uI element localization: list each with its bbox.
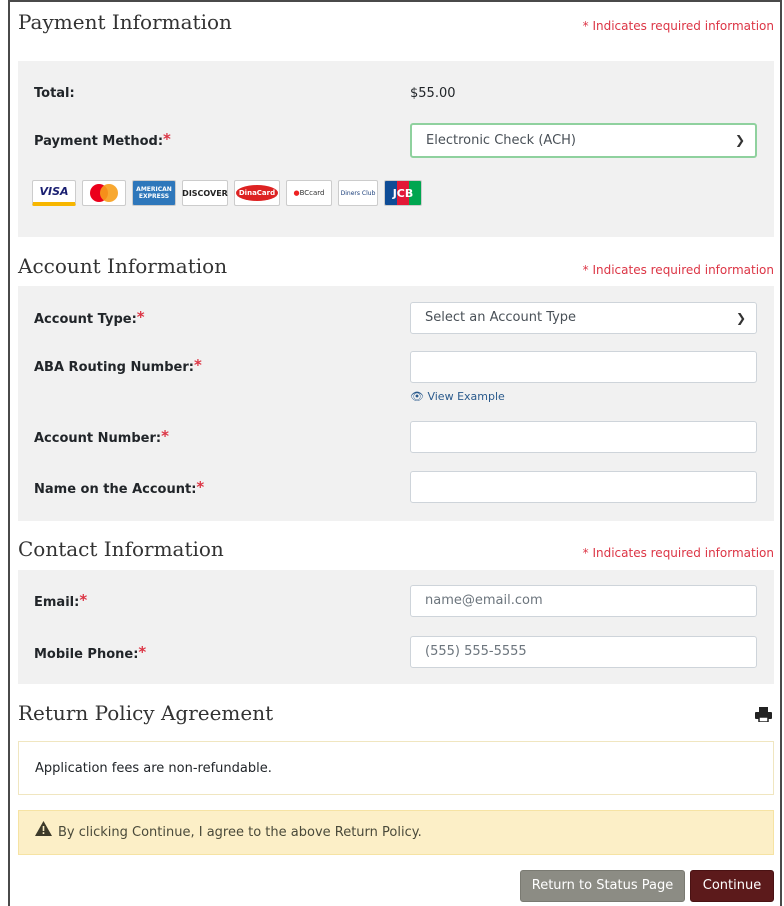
required-star: *	[161, 427, 169, 445]
account-panel: Account Type:* Select an Account Type ❯ …	[18, 286, 774, 521]
amex-logo: AMERICAN EXPRESS	[132, 180, 176, 206]
visa-logo: VISA	[32, 180, 76, 206]
view-example-link[interactable]: 👁 View Example	[410, 390, 505, 403]
policy-text-box: Application fees are non-refundable.	[18, 741, 774, 795]
total-label: Total:	[34, 86, 75, 101]
email-placeholder: name@email.com	[425, 593, 543, 608]
routing-number-label: ABA Routing Number:*	[34, 356, 202, 375]
mastercard-logo	[82, 180, 126, 206]
phone-placeholder: (555) 555-5555	[425, 644, 527, 659]
required-star: *	[138, 643, 147, 661]
mobile-phone-label: Mobile Phone:*	[34, 643, 147, 662]
required-note: * Indicates required information	[582, 19, 774, 33]
required-star: *	[136, 308, 145, 326]
account-name-input[interactable]	[410, 471, 757, 503]
dinacard-logo: DinaCard	[234, 180, 280, 206]
mobile-phone-input[interactable]: (555) 555-5555	[410, 636, 757, 668]
chevron-down-icon: ❯	[734, 133, 745, 147]
account-header: Account Information * Indicates required…	[18, 254, 774, 284]
email-label: Email:*	[34, 591, 88, 610]
payment-method-value: Electronic Check (ACH)	[426, 133, 576, 148]
policy-warning: By clicking Continue, I agree to the abo…	[18, 810, 774, 855]
account-type-select[interactable]: Select an Account Type ❯	[410, 302, 757, 334]
warning-icon	[35, 811, 52, 854]
account-number-label: Account Number:*	[34, 427, 169, 446]
required-note: * Indicates required information	[582, 546, 774, 560]
account-number-input[interactable]	[410, 421, 757, 453]
print-icon[interactable]	[755, 707, 772, 726]
total-value: $55.00	[410, 86, 456, 101]
policy-title: Return Policy Agreement	[18, 701, 274, 725]
account-type-label: Account Type:*	[34, 308, 145, 327]
required-star: *	[163, 130, 171, 148]
required-star: *	[196, 478, 205, 496]
card-logos: VISA AMERICAN EXPRESS DISCOVER DinaCard …	[32, 180, 452, 206]
payment-panel: Total: $55.00 Payment Method:* Electroni…	[18, 61, 774, 237]
required-note: * Indicates required information	[582, 263, 774, 277]
contact-header: Contact Information * Indicates required…	[18, 537, 774, 567]
policy-text: Application fees are non-refundable.	[35, 761, 272, 776]
eye-icon: 👁	[410, 390, 424, 403]
routing-number-input[interactable]	[410, 351, 757, 383]
chevron-down-icon: ❯	[735, 311, 746, 325]
jcb-logo: JCB	[384, 180, 422, 206]
continue-button[interactable]: Continue	[690, 870, 774, 902]
payment-title: Payment Information	[18, 10, 232, 34]
diners-club-logo: Diners Club	[338, 180, 378, 206]
account-type-value: Select an Account Type	[425, 310, 577, 325]
bccard-logo: ● BCcard	[286, 180, 332, 206]
required-star: *	[79, 591, 88, 609]
account-title: Account Information	[18, 254, 228, 278]
account-name-label: Name on the Account:*	[34, 478, 205, 497]
email-input[interactable]: name@email.com	[410, 585, 757, 617]
return-to-status-button[interactable]: Return to Status Page	[520, 870, 685, 902]
warning-text: By clicking Continue, I agree to the abo…	[58, 825, 422, 840]
payment-header: Payment Information * Indicates required…	[18, 10, 774, 40]
required-star: *	[193, 356, 202, 374]
discover-logo: DISCOVER	[182, 180, 228, 206]
payment-method-label: Payment Method:*	[34, 130, 171, 149]
contact-title: Contact Information	[18, 537, 224, 561]
payment-method-select[interactable]: Electronic Check (ACH) ❯	[410, 123, 757, 158]
contact-panel: Email:* name@email.com Mobile Phone:* (5…	[18, 570, 774, 684]
policy-header: Return Policy Agreement	[18, 701, 774, 731]
